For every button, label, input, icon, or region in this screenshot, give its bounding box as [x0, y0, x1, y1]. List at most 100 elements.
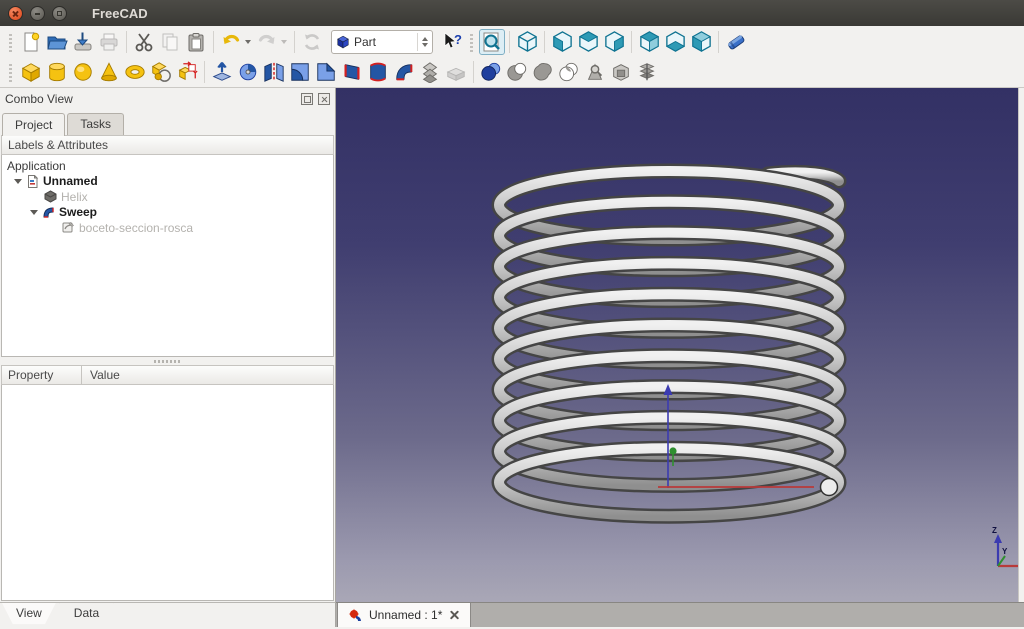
model-tree[interactable]: Application Unnamed Helix Sweep	[1, 155, 334, 357]
tab-close-icon[interactable]	[449, 610, 460, 621]
undo-dropdown-icon[interactable]	[245, 40, 251, 44]
box-button[interactable]	[18, 59, 44, 85]
refresh-button[interactable]	[299, 29, 325, 55]
panel-float-icon[interactable]	[301, 93, 313, 105]
toolbar-grip[interactable]	[468, 32, 476, 52]
tree-item-label: Helix	[61, 190, 88, 204]
open-file-button[interactable]	[44, 29, 70, 55]
sphere-button[interactable]	[70, 59, 96, 85]
window-minimize-button[interactable]	[30, 6, 45, 21]
document-tab[interactable]: Unnamed : 1*	[337, 603, 471, 627]
boolean-button[interactable]	[478, 59, 504, 85]
y-axis-label: Y	[1002, 547, 1008, 556]
window-maximize-button[interactable]	[52, 6, 67, 21]
workbench-selector[interactable]: Part	[331, 30, 433, 54]
measure-button[interactable]	[723, 29, 749, 55]
toolbar-separator	[294, 31, 295, 53]
fit-all-button[interactable]	[479, 29, 505, 55]
cross-sections-button[interactable]	[634, 59, 660, 85]
left-view-button[interactable]	[688, 29, 714, 55]
shape-builder-button[interactable]	[174, 59, 200, 85]
tree-item-label: boceto-seccion-rosca	[79, 221, 193, 235]
tree-column-header[interactable]: Labels & Attributes	[1, 135, 334, 155]
undo-button[interactable]	[218, 29, 244, 55]
create-primitives-button[interactable]	[148, 59, 174, 85]
toolbar-separator	[204, 61, 205, 83]
panel-splitter[interactable]	[0, 357, 335, 365]
print-button[interactable]	[96, 29, 122, 55]
toolbar-grip[interactable]	[7, 62, 15, 82]
sweep-icon	[42, 206, 55, 219]
toolbar-separator	[509, 31, 510, 53]
tab-view[interactable]: View	[2, 603, 56, 627]
expander-icon[interactable]	[14, 179, 22, 184]
whats-this-button[interactable]: ?	[439, 29, 465, 55]
torus-button[interactable]	[122, 59, 148, 85]
tab-data[interactable]: Data	[60, 603, 113, 627]
save-button[interactable]	[70, 29, 96, 55]
copy-button[interactable]	[157, 29, 183, 55]
thickness-button[interactable]	[443, 59, 469, 85]
tab-project[interactable]: Project	[2, 113, 65, 136]
window-close-button[interactable]	[8, 6, 23, 21]
tree-item-sweep[interactable]: Sweep	[2, 205, 333, 221]
union-button[interactable]	[530, 59, 556, 85]
freecad-window: FreeCAD Part ?	[0, 0, 1024, 629]
paste-button[interactable]	[183, 29, 209, 55]
helix-spring[interactable]	[499, 171, 839, 516]
viewport-3d[interactable]: Z X Y	[336, 88, 1018, 602]
cone-button[interactable]	[96, 59, 122, 85]
toolbar-grip[interactable]	[7, 32, 15, 52]
loft-button[interactable]	[365, 59, 391, 85]
offset-button[interactable]	[417, 59, 443, 85]
tree-item-label: Sweep	[59, 205, 97, 219]
title-bar[interactable]: FreeCAD	[0, 0, 1024, 26]
combo-view-title: Combo View	[5, 92, 296, 106]
panel-close-icon[interactable]	[318, 93, 330, 105]
sweep-button[interactable]	[391, 59, 417, 85]
fillet-button[interactable]	[287, 59, 313, 85]
redo-button[interactable]	[254, 29, 280, 55]
tree-header-label: Labels & Attributes	[2, 138, 108, 152]
new-document-button[interactable]	[18, 29, 44, 55]
boolean-cut-button[interactable]	[504, 59, 530, 85]
splitter-handle-icon	[154, 360, 182, 363]
tree-item-application[interactable]: Application	[2, 158, 333, 174]
tree-item-helix[interactable]: Helix	[2, 189, 333, 205]
axonometric-view-button[interactable]	[514, 29, 540, 55]
property-table-body[interactable]	[1, 385, 334, 601]
main-area: Combo View Project Tasks Labels & Attrib…	[0, 88, 1024, 602]
rear-view-button[interactable]	[636, 29, 662, 55]
z-axis-label: Z	[992, 526, 997, 535]
intersection-button[interactable]	[556, 59, 582, 85]
top-view-button[interactable]	[575, 29, 601, 55]
mirror-button[interactable]	[261, 59, 287, 85]
combo-view-panel: Combo View Project Tasks Labels & Attrib…	[0, 88, 336, 602]
redo-dropdown-icon[interactable]	[281, 40, 287, 44]
ruled-surface-button[interactable]	[339, 59, 365, 85]
check-geometry-button[interactable]	[582, 59, 608, 85]
right-view-button[interactable]	[601, 29, 627, 55]
mdi-tab-bar: Unnamed : 1*	[336, 602, 1024, 627]
bottom-strip: View Data Unnamed : 1*	[0, 602, 1024, 627]
question-glyph: ?	[454, 32, 462, 47]
document-icon	[26, 175, 39, 188]
property-table-header[interactable]: Property Value	[1, 365, 334, 385]
cylinder-button[interactable]	[44, 59, 70, 85]
expander-icon[interactable]	[30, 210, 38, 215]
bottom-view-button[interactable]	[662, 29, 688, 55]
defeaturing-button[interactable]	[608, 59, 634, 85]
standard-toolbar: Part ?	[0, 26, 1024, 57]
part-toolbar	[0, 57, 1024, 88]
revolve-button[interactable]	[235, 59, 261, 85]
workbench-selector-spinner[interactable]	[417, 33, 428, 51]
tree-item-boceto-seccion-rosca[interactable]: boceto-seccion-rosca	[2, 220, 333, 236]
front-view-button[interactable]	[549, 29, 575, 55]
cut-button[interactable]	[131, 29, 157, 55]
navigation-axes: Z X Y	[992, 526, 1018, 572]
sketch-icon	[62, 221, 75, 234]
tab-tasks[interactable]: Tasks	[67, 113, 124, 135]
tree-item-unnamed[interactable]: Unnamed	[2, 174, 333, 190]
chamfer-button[interactable]	[313, 59, 339, 85]
extrude-button[interactable]	[209, 59, 235, 85]
